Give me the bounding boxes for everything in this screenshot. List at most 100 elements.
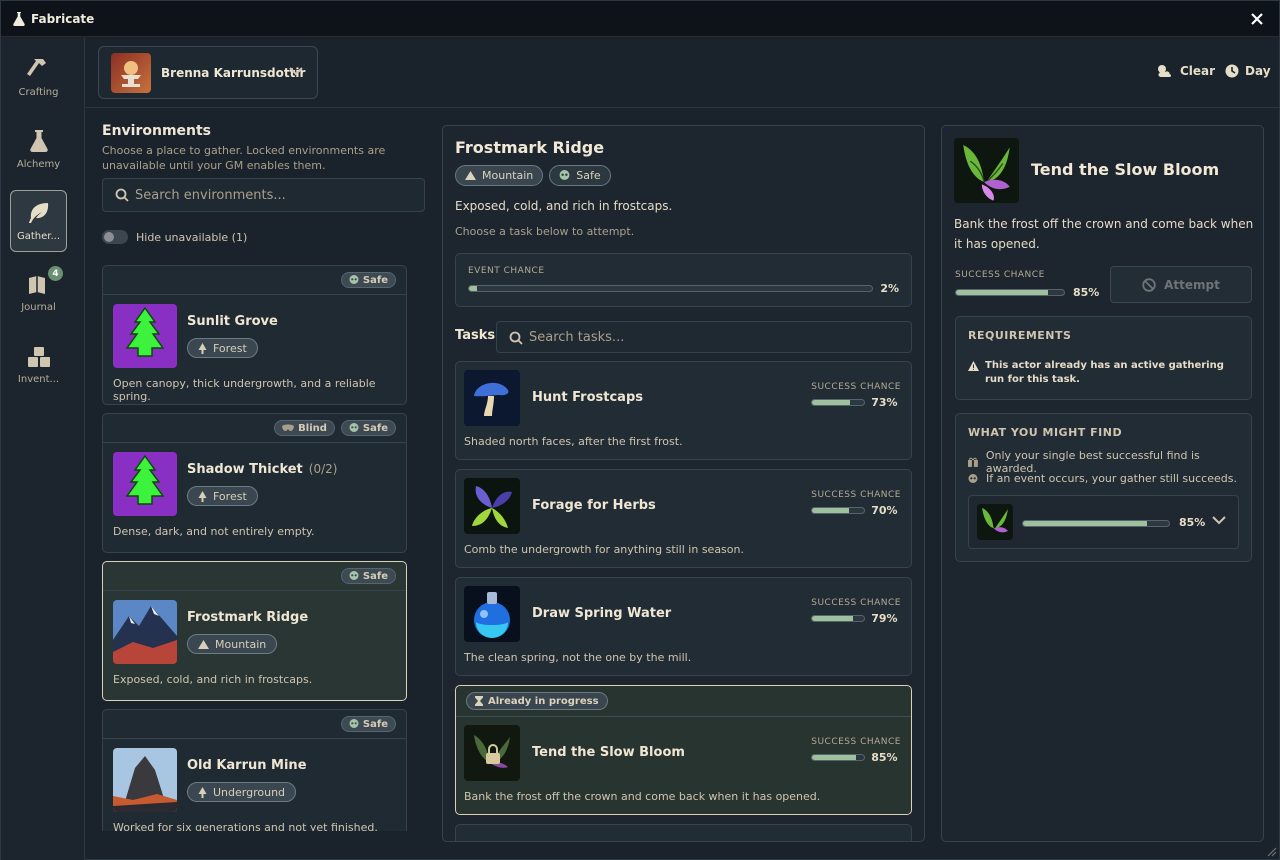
environment-card-frostmark-ridge[interactable]: Safe Frostmark Ridge Mountain Exposed, c… [102,561,407,701]
resize-handle-icon[interactable] [1265,845,1277,857]
event-chance-box: EVENT CHANCE 2% [455,253,912,307]
close-button[interactable] [1247,9,1267,29]
rail-item-label: Journal [21,301,56,313]
tree-icon [198,342,207,354]
rail-item-label: Gather... [16,230,61,242]
environment-name: Sunlit Grove [187,314,278,329]
task-card-tend-the-slow-bloom[interactable]: Already in progress Tend the Slow Bloom … [455,685,912,815]
blind-tag: Blind [274,420,335,436]
task-thumbnail [464,725,520,781]
warning-icon [968,361,979,371]
mountain-tag: Mountain [455,165,544,186]
environment-title: Frostmark Ridge [455,138,605,157]
biome-tag: Underground [187,782,297,802]
requirements-heading: REQUIREMENTS [968,329,1072,342]
time-label: Day [1245,64,1271,78]
time-button[interactable]: Day [1225,64,1271,78]
tree-icon [198,786,207,798]
anvil-icon [121,60,141,87]
environment-thumbnail [113,304,177,368]
success-bar [955,289,1065,296]
environment-detail-panel: Frostmark Ridge Mountain Safe Exposed, c… [442,125,925,842]
environment-thumbnail [113,748,177,812]
cloud-sun-icon [1158,65,1171,77]
possible-finds-box: WHAT YOU MIGHT FIND Only your single bes… [955,413,1252,562]
task-card-partial[interactable] [455,824,912,841]
environments-panel: Environments Choose a place to gather. L… [102,123,425,831]
success-chance-label: SUCCESS CHANCE [955,270,1045,280]
skull-icon [559,170,570,180]
environment-detail-description: Exposed, cold, and rich in frostcaps. [455,199,673,213]
find-note: If an event occurs, your gather still su… [968,472,1237,485]
rail-item-crafting[interactable]: Crafting [10,46,67,108]
rail-item-gathering[interactable]: Gather... [10,190,67,252]
chevron-down-icon[interactable] [1212,515,1226,525]
safe-tag: Safe [549,165,611,186]
safe-tag: Safe [340,272,396,288]
task-name: Draw Spring Water [532,606,672,621]
rail-item-inventory[interactable]: Invent... [10,334,67,396]
environment-name: Old Karrun Mine [187,758,307,773]
task-card-hunt-frostcaps[interactable]: Hunt Frostcaps SUCCESS CHANCE 73% Shaded… [455,361,912,460]
tree-icon [198,490,207,502]
flask-icon [13,11,25,26]
search-icon [115,188,129,202]
rail-item-alchemy[interactable]: Alchemy [10,118,67,180]
event-chance-bar [468,285,873,292]
in-progress-tag: Already in progress [466,692,608,710]
selected-task-title: Tend the Slow Bloom [1031,160,1220,179]
biome-tag: Mountain [187,634,278,654]
task-card-draw-spring-water[interactable]: Draw Spring Water SUCCESS CHANCE 79% The… [455,577,912,676]
biome-tag: Forest [187,338,258,358]
success-bar [811,615,866,622]
loot-chance-bar [1022,520,1170,527]
environments-description: Choose a place to gather. Locked environ… [102,144,386,172]
rail-item-label: Crafting [18,86,59,98]
environments-search-input[interactable]: Search environments... [102,178,425,212]
environment-card-sunlit-grove[interactable]: Safe Sunlit Grove Forest Open canopy, th… [102,265,407,405]
success-value: 85% [1073,286,1100,299]
environment-name: Shadow Thicket (0/2) [187,462,338,477]
gift-icon [968,457,978,467]
actor-selector[interactable]: Brenna Karrunsdottir [98,46,318,99]
environment-thumbnail [113,600,177,664]
safe-tag: Safe [340,420,396,436]
journal-count-badge: 4 [48,266,63,281]
success-bar [811,754,866,761]
task-success-chance: SUCCESS CHANCE 73% [811,382,901,409]
task-thumbnail [464,478,520,534]
environment-list: Safe Sunlit Grove Forest Open canopy, th… [102,265,407,831]
biome-tag: Forest [187,486,258,506]
close-icon [1251,13,1263,25]
environment-card-old-karrun-mine[interactable]: Safe Old Karrun Mine Underground Worked … [102,709,407,831]
rail-item-journal[interactable]: Journal 4 [10,262,67,324]
mountain-icon [198,639,209,649]
attempt-button[interactable]: Attempt [1110,266,1252,303]
task-card-forage-for-herbs[interactable]: Forage for Herbs SUCCESS CHANCE 70% Comb… [455,469,912,568]
toggle-switch[interactable] [102,230,128,244]
hammer-icon [26,58,46,76]
tasks-heading: Tasks [455,328,496,343]
safe-tag: Safe [340,568,396,584]
task-name: Hunt Frostcaps [532,390,643,405]
success-value: 73% [871,396,898,409]
skull-icon [349,423,359,432]
leaf-icon [28,202,48,223]
success-chance-row: 85% [955,286,1099,299]
mask-icon [282,424,295,431]
environment-count: (0/2) [308,462,338,476]
top-bar: Brenna Karrunsdottir Clear Day [86,38,1279,108]
loot-entry[interactable]: 85% [968,495,1239,549]
task-hint: Choose a task below to attempt. [455,225,635,238]
success-bar [811,399,866,406]
environment-card-shadow-thicket[interactable]: Blind Safe Shadow Thicket (0/2) Forest De… [102,413,407,553]
environment-description: Dense, dark, and not entirely empty. [113,525,315,538]
task-description: Bank the frost off the crown and come ba… [464,790,821,803]
flask-icon [29,129,48,152]
mountain-icon [465,171,476,180]
weather-button[interactable]: Clear [1156,64,1215,78]
event-chance-fill [469,286,478,291]
environment-description: Open canopy, thick undergrowth, and a re… [113,377,376,403]
hide-unavailable-toggle[interactable]: Hide unavailable (1) [102,230,425,244]
tasks-search-input[interactable]: Search tasks... [496,321,912,353]
